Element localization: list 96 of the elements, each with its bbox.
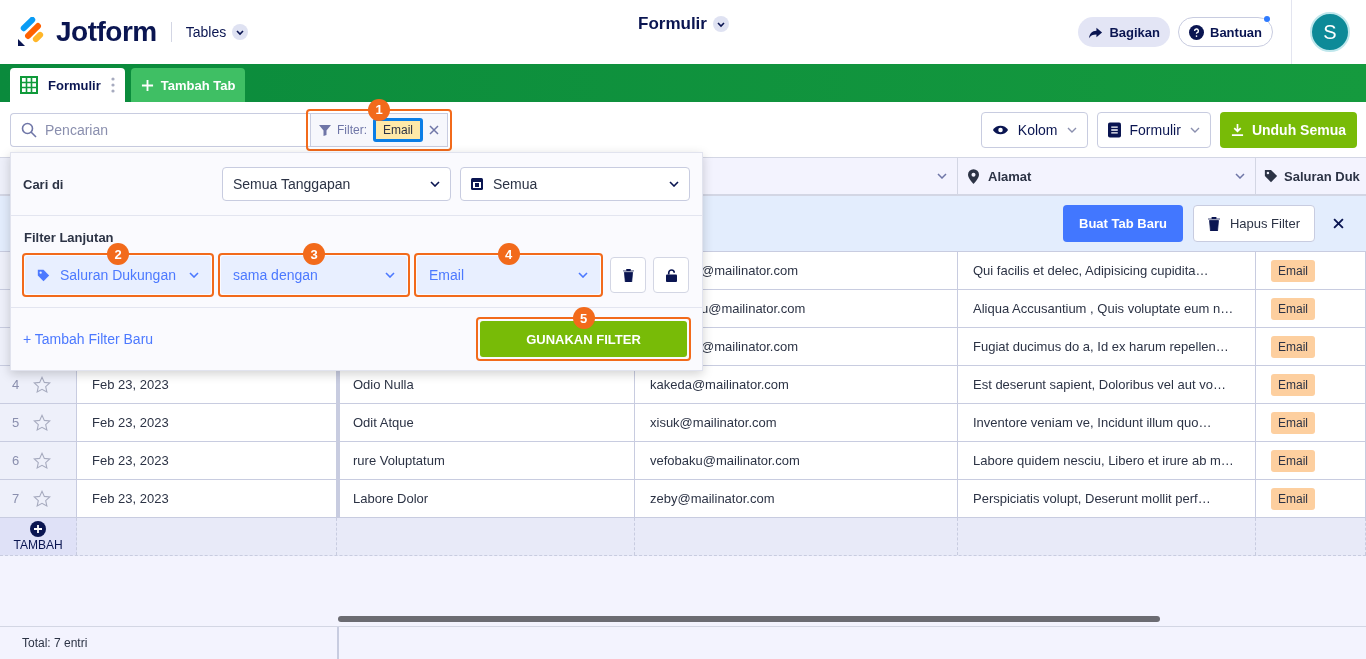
chevron-icon[interactable] [937,173,947,179]
row-number: 5 [12,415,20,430]
table-cell: zeby@mailinator.com [650,491,775,506]
channel-tag: Email [1271,411,1315,434]
star-icon[interactable] [33,375,52,394]
table-cell: Est deserunt sapient, Doloribus vel aut vo… [973,377,1226,392]
table-cell: Labore quidem nesciu, Libero et irure ab m… [973,453,1234,468]
chevron-icon [232,24,249,40]
advanced-filter-label: Filter Lanjutan [23,230,115,245]
table-cell: Feb 23, 2023 [92,377,169,392]
create-tab-button[interactable]: Buat Tab Baru [1063,205,1183,242]
app-menu[interactable]: Tables [185,24,249,40]
trash-icon [622,268,634,282]
scrollbar[interactable] [338,616,1160,622]
chevron-icon [1189,126,1200,133]
form-title[interactable]: Formulir [638,14,729,34]
table-cell: Labore Dolor [353,491,429,506]
table-cell: Aliqua Accusantium , Quis voluptate eum n… [973,301,1234,316]
tag-icon [37,268,50,282]
tag-icon [1264,169,1278,183]
star-icon[interactable] [33,489,52,508]
table-cell: Feb 23, 2023 [92,491,169,506]
total-count: Total: 7 entri [0,627,339,659]
column-header[interactable]: Alamat [958,158,1256,194]
step-badge: 3 [303,243,325,265]
plus-icon [140,78,154,92]
table-tab[interactable]: Formulir [10,68,125,102]
chevron-icon [189,272,199,278]
table-cell: Inventore veniam ve, Incidunt illum quo… [973,415,1212,430]
columns-button[interactable]: Kolom [980,111,1088,148]
step-badge: 4 [497,243,520,265]
close-icon[interactable] [1333,218,1344,229]
row-number: 7 [12,491,20,506]
plus-icon [30,521,46,537]
channel-tag: Email [1271,297,1315,320]
table-cell: u@mailinator.com [701,301,806,316]
channel-tag: Email [1271,487,1315,510]
search-field[interactable]: Pencarian [10,112,310,147]
chevron-icon [1235,173,1245,179]
chevron-icon [578,272,588,278]
table-cell: Odit Atque [353,415,414,430]
channel-tag: Email [1271,373,1315,396]
table-cell: Fugiat ducimus do a, Id ex harum repellen… [973,339,1229,354]
table-cell: Odio Nulla [353,377,414,392]
row-number: 4 [12,377,20,392]
help-icon [1189,24,1204,40]
table-cell: vefobaku@mailinator.com [650,453,800,468]
share-button[interactable]: Bagikan [1078,17,1170,47]
unlocked-padlock-icon [665,268,677,282]
add-row-button[interactable]: TAMBAH [0,518,77,555]
scope-select[interactable]: Semua Tanggapan [222,167,451,201]
chevron-icon [430,181,440,187]
table-cell: Feb 23, 2023 [92,415,169,430]
document-icon [1107,121,1121,138]
chevron-icon [385,272,395,278]
download-icon [1230,123,1244,136]
table-cell: xisuk@mailinator.com [650,415,777,430]
table-cell: Perspiciatis volupt, Deserunt mollit perf… [973,491,1211,506]
more-icon [110,77,115,93]
help-button[interactable]: Bantuan [1178,17,1273,47]
calendar-icon [471,178,483,190]
filter-icon [319,123,331,136]
filter-chip[interactable]: Email [373,117,423,142]
table-cell: @mailinator.com [701,263,798,278]
column-header[interactable]: Saluran Duk [1256,158,1366,194]
logo-text[interactable]: Jotform [56,16,157,48]
lock-button[interactable] [653,257,689,293]
star-icon[interactable] [33,413,52,432]
table-cell: Qui facilis et delec, Adipisicing cupidita… [973,263,1209,278]
logo-icon [16,17,46,47]
star-icon[interactable] [33,451,52,470]
step-badge: 2 [107,243,129,265]
row-number: 6 [12,453,20,468]
form-button[interactable]: Formulir [1096,111,1211,148]
chevron-icon [669,181,679,187]
chevron-icon [1066,126,1077,133]
user-avatar[interactable]: S [1310,12,1350,52]
table-cell: @mailinator.com [701,339,798,354]
date-select[interactable]: Semua [460,167,690,201]
grid-icon [20,76,38,94]
trash-icon [1207,216,1220,231]
channel-tag: Email [1271,335,1315,358]
delete-button[interactable] [610,257,646,293]
search-icon [21,121,37,138]
table-cell: Feb 23, 2023 [92,453,169,468]
eye-icon [991,123,1009,136]
clear-filter-button[interactable]: Hapus Filter [1192,205,1315,242]
add-filter-link[interactable]: + Tambah Filter Baru [23,331,154,347]
location-pin-icon [968,168,979,184]
table-cell: rure Voluptatum [353,453,445,468]
channel-tag: Email [1271,449,1315,472]
table-cell: kakeda@mailinator.com [650,377,789,392]
filter-label: Filter: [337,122,367,137]
chevron-icon [712,16,729,32]
search-in-label: Cari di [23,176,65,192]
channel-tag: Email [1271,259,1315,282]
